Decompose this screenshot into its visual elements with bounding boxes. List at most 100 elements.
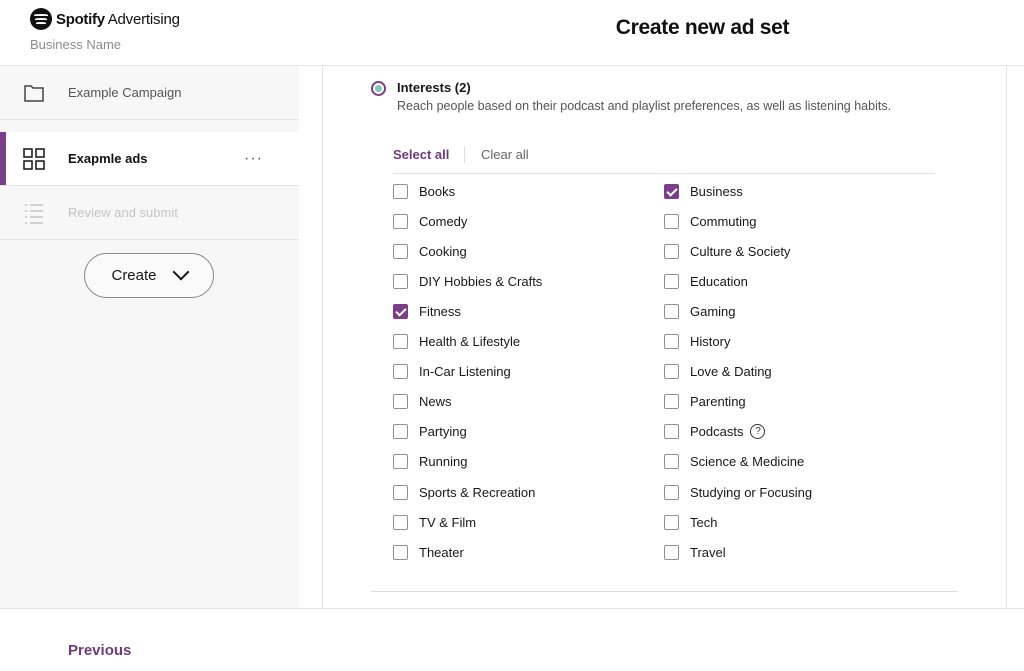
interest-checkbox[interactable]: [393, 364, 408, 380]
interest-option[interactable]: Education: [664, 272, 748, 290]
interest-option[interactable]: Theater: [393, 543, 464, 561]
sidebar: Example Campaign Exapmle ads ··· Review …: [0, 66, 299, 608]
interest-option[interactable]: Partying: [393, 423, 467, 441]
interest-option[interactable]: Parenting: [664, 393, 746, 411]
select-all-link[interactable]: Select all: [393, 147, 449, 162]
sidebar-item-campaign[interactable]: Example Campaign: [0, 66, 299, 120]
interest-checkbox[interactable]: [393, 183, 408, 199]
interest-label: Podcasts: [690, 424, 744, 440]
interest-label: News: [419, 394, 452, 410]
interest-checkbox[interactable]: [393, 243, 408, 259]
interest-checkbox[interactable]: [664, 424, 679, 440]
interest-label: Sports & Recreation: [419, 484, 536, 500]
interest-option[interactable]: Books: [393, 182, 455, 200]
interest-label: Tech: [690, 514, 718, 530]
spotify-logo-icon: [30, 8, 52, 30]
interest-checkbox[interactable]: [664, 213, 679, 229]
interest-checkbox[interactable]: [393, 334, 408, 349]
divider: [464, 146, 465, 163]
interest-checkbox[interactable]: [393, 424, 408, 440]
interest-option[interactable]: Science & Medicine: [664, 453, 804, 471]
interest-label: Comedy: [419, 213, 468, 229]
interest-option[interactable]: Travel: [664, 543, 726, 561]
interest-label: Business: [690, 183, 743, 199]
main-panel-border: [322, 66, 323, 608]
interest-label: TV & Film: [419, 514, 477, 530]
interests-description: Reach people based on their podcast and …: [397, 99, 892, 113]
interest-checkbox[interactable]: [664, 273, 679, 289]
interest-option[interactable]: Culture & Society: [664, 242, 790, 260]
interest-label: Travel: [690, 544, 726, 560]
interest-option[interactable]: Sports & Recreation: [393, 483, 535, 501]
interest-option[interactable]: In-Car Listening: [393, 363, 511, 381]
brand-name: Spotify: [56, 10, 105, 28]
interest-checkbox[interactable]: [664, 303, 679, 319]
interest-option[interactable]: Cooking: [393, 242, 467, 260]
divider: [393, 173, 935, 174]
create-button[interactable]: Create: [84, 253, 214, 298]
interest-option[interactable]: Podcasts?: [664, 423, 766, 441]
interest-checkbox[interactable]: [393, 394, 408, 410]
help-icon[interactable]: ?: [750, 424, 766, 440]
previous-button[interactable]: Previous: [68, 642, 131, 659]
interest-checkbox[interactable]: [664, 484, 679, 500]
interest-checkbox[interactable]: [664, 544, 679, 560]
interests-title: Interests (2): [397, 80, 471, 95]
folder-icon: [24, 84, 44, 102]
interest-option[interactable]: Business: [664, 182, 743, 200]
interest-label: Books: [419, 183, 456, 199]
sidebar-item-label: Review and submit: [68, 205, 178, 220]
interest-checkbox[interactable]: [393, 273, 408, 289]
grid-icon: [23, 147, 45, 170]
divider: [371, 591, 958, 592]
sidebar-item-ads[interactable]: Exapmle ads ···: [0, 132, 299, 186]
interest-checkbox[interactable]: [393, 454, 408, 470]
interest-label: Running: [419, 454, 468, 470]
interest-option[interactable]: Running: [393, 453, 467, 471]
interest-option[interactable]: Fitness: [393, 302, 461, 320]
interests-radio[interactable]: [371, 81, 386, 96]
interest-checkbox[interactable]: [664, 364, 679, 380]
interest-option[interactable]: Gaming: [664, 302, 736, 320]
interest-checkbox[interactable]: [664, 243, 679, 259]
interest-checkbox[interactable]: [664, 514, 679, 530]
interest-label: History: [690, 334, 731, 349]
interest-checkbox[interactable]: [393, 303, 408, 319]
interest-option[interactable]: TV & Film: [393, 513, 476, 531]
interest-checkbox[interactable]: [664, 183, 679, 199]
interest-label: Theater: [419, 544, 464, 560]
interest-label: Love & Dating: [690, 364, 772, 380]
brand-logo[interactable]: Spotify Advertising: [30, 8, 180, 30]
interest-option[interactable]: Love & Dating: [664, 363, 772, 381]
interest-option[interactable]: Studying or Focusing: [664, 483, 812, 501]
interest-option[interactable]: News: [393, 393, 452, 411]
interest-label: Science & Medicine: [690, 454, 805, 470]
interest-checkbox[interactable]: [664, 454, 679, 470]
interest-checkbox[interactable]: [664, 394, 679, 410]
interest-option[interactable]: Commuting: [664, 212, 756, 230]
interest-label: Education: [690, 273, 748, 289]
footer-divider: [0, 608, 1024, 609]
create-button-label: Create: [111, 267, 157, 284]
interest-option[interactable]: History: [664, 333, 730, 351]
sidebar-item-label: Exapmle ads: [68, 151, 148, 166]
interest-option[interactable]: DIY Hobbies & Crafts: [393, 272, 542, 290]
interest-option[interactable]: Health & Lifestyle: [393, 333, 520, 351]
clear-all-link[interactable]: Clear all: [481, 147, 529, 162]
more-options-icon[interactable]: ···: [244, 150, 263, 168]
interest-checkbox[interactable]: [393, 544, 408, 560]
interest-checkbox[interactable]: [664, 334, 679, 349]
interest-option[interactable]: Comedy: [393, 212, 467, 230]
interest-checkbox[interactable]: [393, 484, 408, 500]
interest-label: Parenting: [690, 394, 746, 410]
brand-subtitle: Advertising: [107, 10, 180, 28]
interest-label: Fitness: [419, 303, 461, 319]
page-title: Create new ad set: [615, 16, 790, 39]
interest-checkbox[interactable]: [393, 213, 408, 229]
interest-label: In-Car Listening: [419, 364, 511, 380]
interest-label: Gaming: [690, 303, 736, 319]
sidebar-item-label: Example Campaign: [68, 85, 182, 100]
interest-label: Culture & Society: [690, 243, 791, 259]
interest-checkbox[interactable]: [393, 514, 408, 530]
interest-option[interactable]: Tech: [664, 513, 717, 531]
